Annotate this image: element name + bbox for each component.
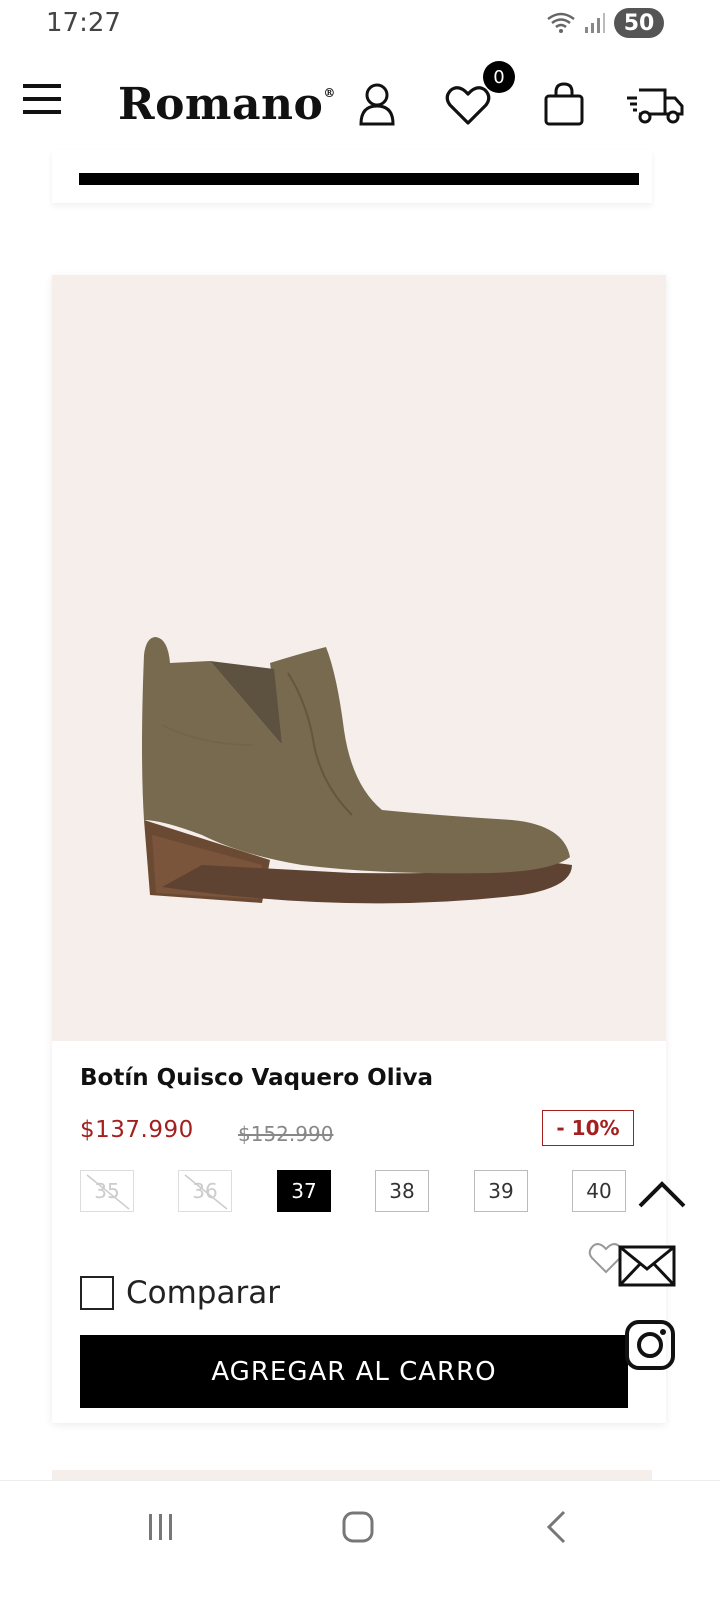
instagram-icon[interactable] [624, 1319, 676, 1376]
bag-icon[interactable] [542, 81, 586, 127]
back-icon[interactable] [544, 1509, 568, 1550]
size-option-36[interactable]: 36 [178, 1170, 232, 1212]
discount-badge: - 10% [542, 1110, 634, 1146]
product-price: $137.990 [80, 1117, 194, 1143]
heart-icon[interactable] [444, 83, 492, 127]
battery-indicator: 50 [614, 8, 664, 38]
compare-label: Comparar [126, 1275, 280, 1311]
boot-image [142, 637, 572, 904]
size-selector: 35 36 37 38 39 40 [80, 1170, 640, 1214]
size-label: 40 [586, 1179, 612, 1203]
next-product-card [52, 1470, 652, 1480]
system-navigation-bar [0, 1480, 720, 1601]
add-to-cart-button[interactable]: AGREGAR AL CARRO [80, 1335, 628, 1408]
truck-icon[interactable] [624, 83, 686, 127]
user-icon[interactable] [356, 81, 398, 127]
product-image[interactable] [52, 275, 666, 1041]
unavailable-strike [184, 1174, 228, 1210]
brand-logo[interactable]: Romano® [118, 79, 336, 130]
status-icons: 50 [546, 8, 664, 38]
site-header: Romano® 0 [0, 55, 720, 155]
product-title[interactable]: Botín Quisco Vaquero Oliva [80, 1065, 433, 1091]
status-time: 17:27 [46, 8, 121, 38]
chevron-up-icon[interactable] [636, 1176, 688, 1215]
size-option-39[interactable]: 39 [474, 1170, 528, 1212]
compare-toggle[interactable]: Comparar [80, 1275, 280, 1311]
size-option-40[interactable]: 40 [572, 1170, 626, 1212]
size-option-35[interactable]: 35 [80, 1170, 134, 1212]
wishlist-count-badge: 0 [483, 61, 515, 93]
status-bar: 17:27 50 [0, 0, 720, 48]
previous-product-card [52, 150, 652, 203]
size-label: 38 [389, 1179, 415, 1203]
previous-add-to-cart-button[interactable] [79, 173, 639, 185]
menu-icon[interactable] [22, 81, 62, 117]
size-label: 37 [291, 1179, 317, 1203]
mail-icon[interactable] [618, 1245, 676, 1292]
size-option-38[interactable]: 38 [375, 1170, 429, 1212]
compare-checkbox[interactable] [80, 1276, 114, 1310]
recent-apps-icon[interactable] [146, 1511, 176, 1548]
home-icon[interactable] [342, 1511, 374, 1548]
product-old-price: $152.990 [238, 1122, 334, 1146]
wifi-icon [547, 12, 575, 33]
brand-name: Romano [118, 79, 324, 130]
unavailable-strike [86, 1174, 130, 1210]
size-option-37[interactable]: 37 [277, 1170, 331, 1212]
signal-icon [585, 13, 605, 33]
product-card: Botín Quisco Vaquero Oliva $137.990 $152… [52, 275, 666, 1423]
size-label: 39 [488, 1179, 514, 1203]
